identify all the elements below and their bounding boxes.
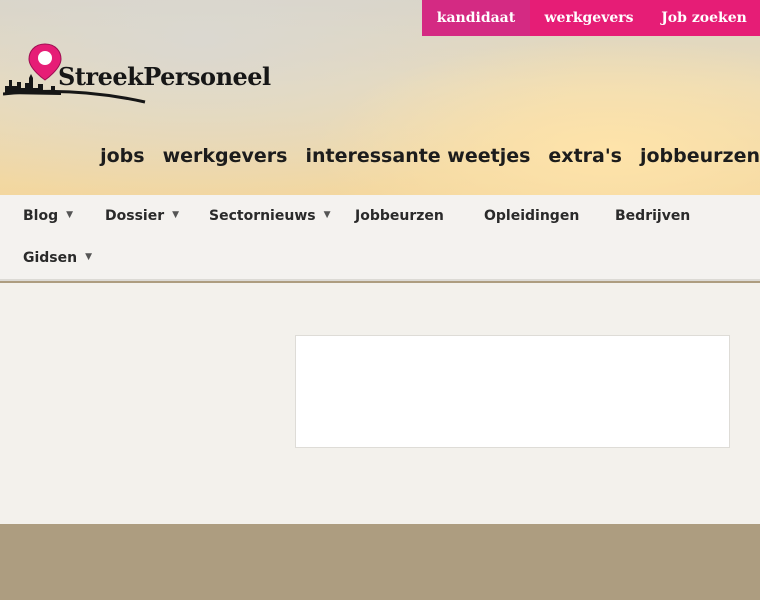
chevron-down-icon: ▼ — [172, 210, 180, 220]
subnav-gidsen[interactable]: Gidsen ▼ — [23, 237, 92, 279]
subnav-sectornieuws-label: Sectornieuws — [209, 208, 316, 224]
tab-werkgevers[interactable]: werkgevers — [530, 0, 648, 36]
chevron-down-icon: ▼ — [85, 252, 93, 262]
subnav-dossier-label: Dossier — [105, 208, 165, 224]
subnav-opleidingen[interactable]: Opleidingen — [484, 195, 579, 237]
subnav-sectornieuws[interactable]: Sectornieuws ▼ — [209, 195, 331, 237]
subnav-bedrijven[interactable]: Bedrijven — [615, 195, 690, 237]
sub-navigation-row: Blog ▼ Dossier ▼ Sectornieuws ▼ Jobbeurz… — [0, 195, 760, 237]
footer-band — [0, 524, 760, 600]
subnav-blog-label: Blog — [23, 208, 59, 224]
logo-text: StreekPersoneel — [58, 62, 271, 91]
main-nav-interessante-weetjes[interactable]: interessante weetjes — [305, 145, 530, 167]
chevron-down-icon: ▼ — [323, 210, 331, 220]
main-nav-extras[interactable]: extra's — [548, 145, 622, 167]
subnav-jobbeurzen[interactable]: Jobbeurzen — [355, 195, 444, 237]
subnav-gidsen-label: Gidsen — [23, 250, 78, 266]
tab-job-zoeken[interactable]: Job zoeken — [648, 0, 760, 36]
top-tabs: kandidaat werkgevers Job zoeken — [422, 0, 760, 36]
content-area — [0, 283, 760, 524]
subnav-blog[interactable]: Blog ▼ — [23, 195, 73, 237]
main-nav-werkgevers[interactable]: werkgevers — [163, 145, 288, 167]
sub-navigation: Blog ▼ Dossier ▼ Sectornieuws ▼ Jobbeurz… — [0, 195, 760, 281]
site-logo[interactable]: StreekPersoneel — [2, 42, 275, 106]
main-nav-jobs[interactable]: jobs — [100, 145, 144, 167]
tab-kandidaat[interactable]: kandidaat — [422, 0, 530, 36]
main-nav: jobs werkgevers interessante weetjes ext… — [100, 142, 760, 170]
page: kandidaat werkgevers Job zoeken StreekPe… — [0, 0, 760, 600]
chevron-down-icon: ▼ — [66, 210, 74, 220]
location-pin-icon — [28, 43, 62, 81]
sub-navigation-row: Gidsen ▼ — [0, 237, 760, 279]
subnav-dossier[interactable]: Dossier ▼ — [105, 195, 179, 237]
main-nav-jobbeurzen[interactable]: jobbeurzen — [640, 145, 760, 167]
content-panel — [295, 335, 730, 448]
